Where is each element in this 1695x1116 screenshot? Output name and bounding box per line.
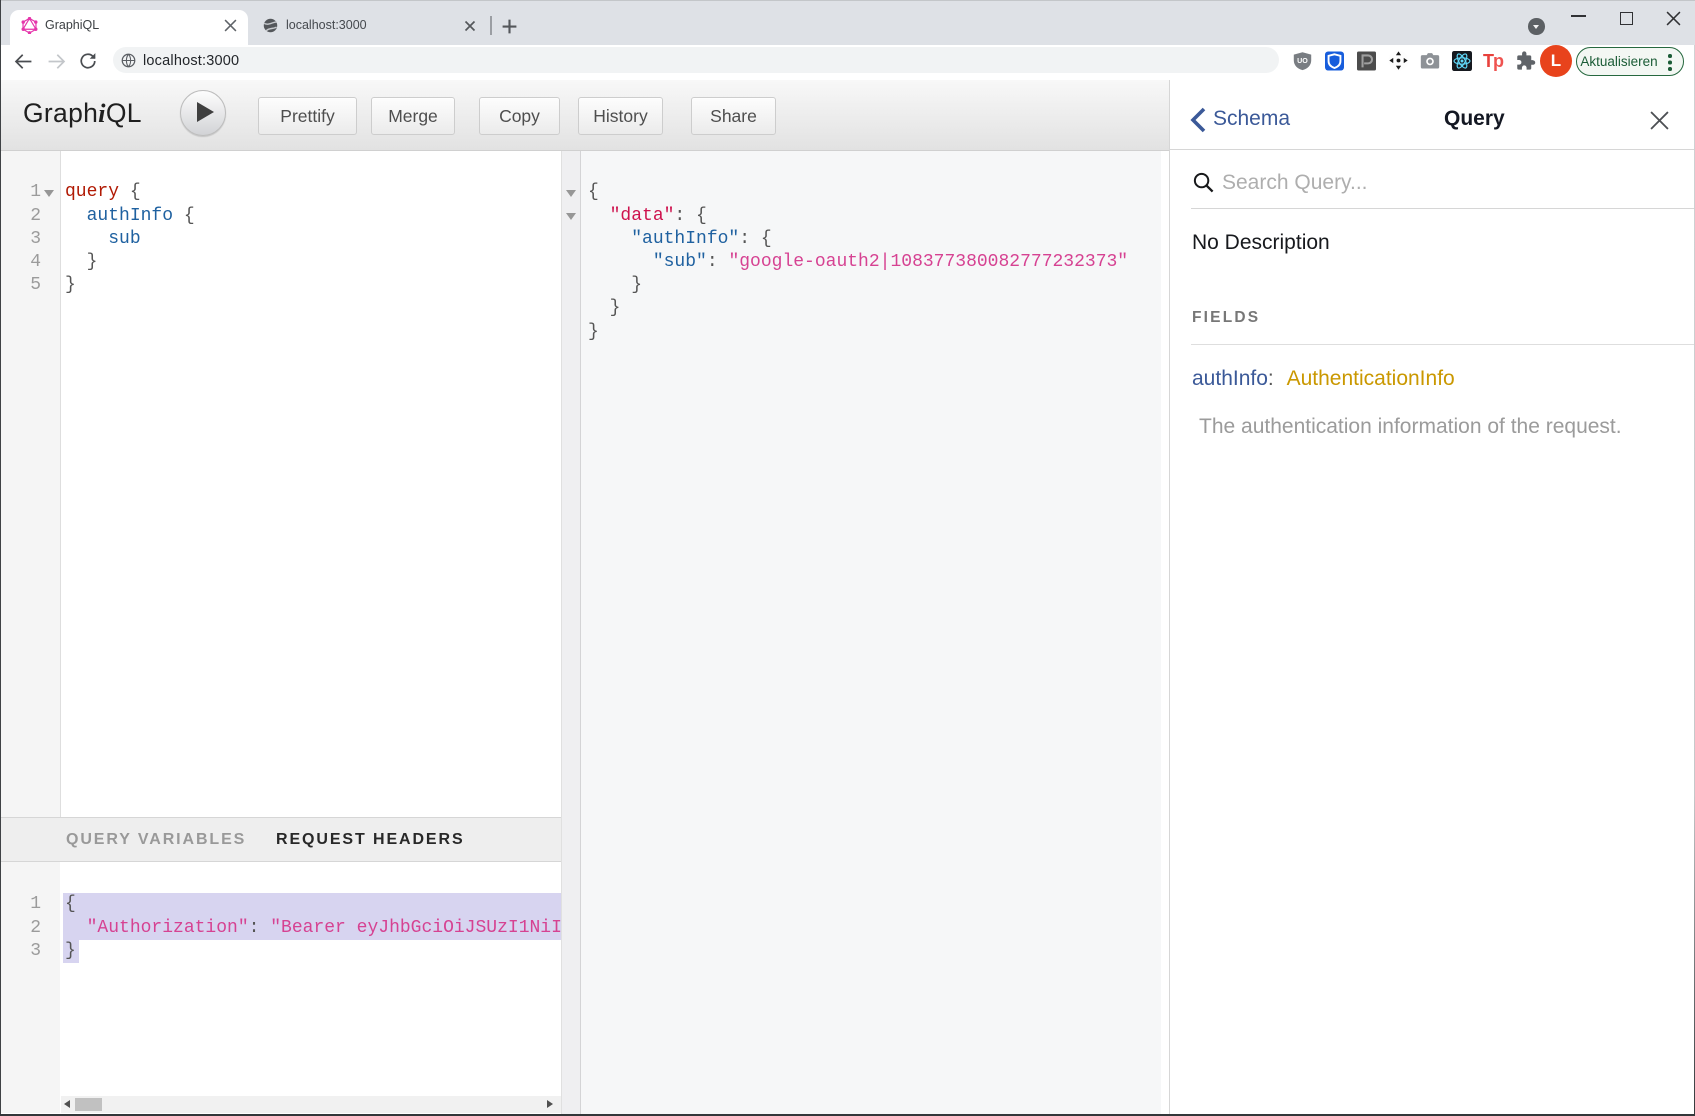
svg-text:UO: UO <box>1297 57 1308 65</box>
